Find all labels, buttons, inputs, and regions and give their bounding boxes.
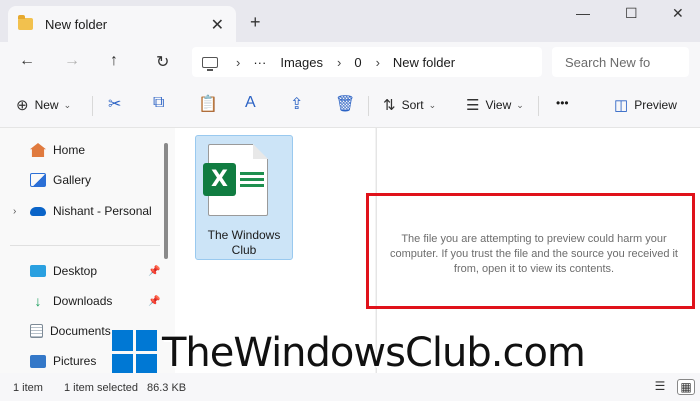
breadcrumb-more[interactable]: ···	[253, 55, 266, 70]
sidebar-item-label: Downloads	[53, 294, 113, 308]
sidebar-item-label: Gallery	[53, 173, 92, 187]
paste-icon[interactable]: 📋	[198, 94, 218, 114]
chevron-down-icon: ⌄	[428, 99, 437, 110]
breadcrumb-new-folder[interactable]: New folder	[393, 55, 455, 70]
chevron-down-icon: ⌄	[63, 99, 72, 110]
new-tab-button[interactable]: +	[250, 12, 261, 33]
copy-icon[interactable]: ⧉	[153, 94, 164, 112]
preview-pane-icon: ◫	[614, 97, 629, 114]
sidebar-item-desktop[interactable]: Desktop	[30, 264, 97, 278]
downloads-icon: ↓	[34, 293, 42, 309]
home-icon	[30, 143, 46, 157]
back-button[interactable]: ←	[19, 52, 35, 70]
sort-button[interactable]: ⇅ Sort ⌄	[383, 96, 436, 114]
preview-button-label: Preview	[634, 98, 677, 112]
sidebar-item-label: Home	[53, 143, 86, 157]
sidebar-item-downloads[interactable]: ↓ Downloads	[30, 293, 113, 309]
excel-file-icon: X	[203, 144, 268, 216]
navigation-bar: ← → ↑ ↻ › ··· Images › 0 › New folder Se…	[0, 42, 700, 82]
forward-button[interactable]: →	[64, 52, 80, 70]
logo-square	[112, 330, 133, 351]
excel-badge: X	[203, 163, 236, 196]
sidebar-item-home[interactable]: Home	[30, 143, 85, 157]
sidebar-item-pictures[interactable]: Pictures	[30, 354, 96, 368]
search-input[interactable]: Search New fo	[552, 47, 689, 77]
plus-circle-icon: ⊕	[16, 97, 29, 114]
sidebar-item-gallery[interactable]: Gallery	[30, 173, 91, 187]
status-bar: 1 item 1 item selected 86.3 KB ☰ ▦	[0, 373, 700, 401]
watermark-text: TheWindowsClub.com	[162, 330, 586, 376]
desktop-icon	[30, 265, 46, 277]
tiles-view-button[interactable]: ▦	[677, 379, 695, 395]
watermark: TheWindowsClub.com	[112, 330, 586, 376]
page-fold	[253, 144, 268, 159]
pin-icon: 📌	[148, 296, 161, 307]
address-bar[interactable]: › ··· Images › 0 › New folder	[192, 47, 542, 77]
documents-icon	[30, 324, 43, 338]
breadcrumb-separator: ›	[236, 54, 241, 70]
onedrive-icon	[30, 206, 46, 216]
divider	[368, 96, 369, 116]
sidebar-item-label: Pictures	[53, 354, 97, 368]
tab-new-folder[interactable]: New folder ✕	[8, 6, 236, 42]
up-button[interactable]: ↑	[110, 52, 118, 70]
sort-icon: ⇅	[383, 97, 396, 114]
selection-size: 86.3 KB	[147, 382, 187, 394]
windows-logo-icon	[112, 330, 158, 376]
logo-square	[112, 354, 133, 375]
share-icon[interactable]: ⇪	[290, 94, 303, 114]
logo-square	[136, 330, 157, 351]
divider	[538, 96, 539, 116]
breadcrumb-0[interactable]: 0	[354, 55, 361, 70]
chevron-down-icon: ⌄	[516, 99, 524, 110]
navigation-scrollbar[interactable]	[164, 143, 168, 259]
sidebar-item-label: Documents	[50, 324, 111, 338]
refresh-button[interactable]: ↻	[156, 52, 169, 72]
details-view-button[interactable]: ☰	[651, 379, 669, 395]
cut-icon[interactable]: ✂	[108, 94, 121, 114]
preview-warning-message: The file you are attempting to preview c…	[390, 233, 678, 275]
spreadsheet-grid-icon	[240, 172, 264, 188]
close-window-button[interactable]: ✕	[672, 5, 684, 22]
folder-icon	[18, 15, 33, 30]
this-pc-icon	[202, 56, 218, 71]
file-item-the-windows-club[interactable]: X The Windows Club	[195, 135, 293, 260]
view-button-label: View	[485, 98, 512, 112]
logo-square	[136, 354, 157, 375]
preview-pane-button[interactable]: ◫ Preview	[614, 96, 677, 114]
pin-icon: 📌	[148, 266, 161, 277]
new-button[interactable]: ⊕ New ⌄	[16, 96, 71, 114]
tab-title: New folder	[45, 16, 108, 32]
sort-button-label: Sort	[401, 98, 424, 112]
see-more-button[interactable]: •••	[556, 96, 569, 110]
command-bar: ⊕ New ⌄ ✂ ⧉ 📋 A ⇪ 🗑 ⇅ Sort ⌄ ☰ View ⌄ ••…	[0, 82, 700, 128]
file-name: The Windows Club	[196, 228, 292, 258]
breadcrumb-separator: ›	[336, 54, 342, 70]
minimize-button[interactable]: —	[576, 5, 590, 21]
maximize-button[interactable]: ☐	[625, 5, 638, 22]
item-count: 1 item	[13, 382, 43, 394]
new-button-label: New	[34, 98, 59, 112]
rename-icon[interactable]: A	[245, 94, 256, 112]
delete-icon[interactable]: 🗑	[335, 94, 355, 114]
breadcrumb-images[interactable]: Images	[280, 55, 323, 70]
file-name-line-2: Club	[231, 243, 257, 257]
sidebar-item-label: Nishant - Personal	[53, 204, 152, 218]
view-icon: ☰	[466, 97, 480, 114]
sidebar-item-documents[interactable]: Documents	[30, 324, 111, 338]
file-name-line-1: The Windows	[207, 228, 281, 242]
view-button[interactable]: ☰ View ⌄	[466, 96, 524, 114]
sidebar-item-onedrive[interactable]: Nishant - Personal	[30, 204, 152, 218]
sidebar-item-label: Desktop	[53, 264, 98, 278]
title-bar: New folder ✕ + — ☐ ✕	[0, 0, 700, 42]
chevron-right-icon[interactable]: ›	[13, 206, 16, 217]
selection-status: 1 item selected	[64, 382, 138, 394]
pictures-icon	[30, 354, 46, 368]
breadcrumb-separator: ›	[375, 54, 380, 70]
divider	[92, 96, 93, 116]
gallery-icon	[30, 173, 46, 187]
divider	[10, 245, 160, 246]
tab-close-button[interactable]: ✕	[211, 15, 224, 35]
